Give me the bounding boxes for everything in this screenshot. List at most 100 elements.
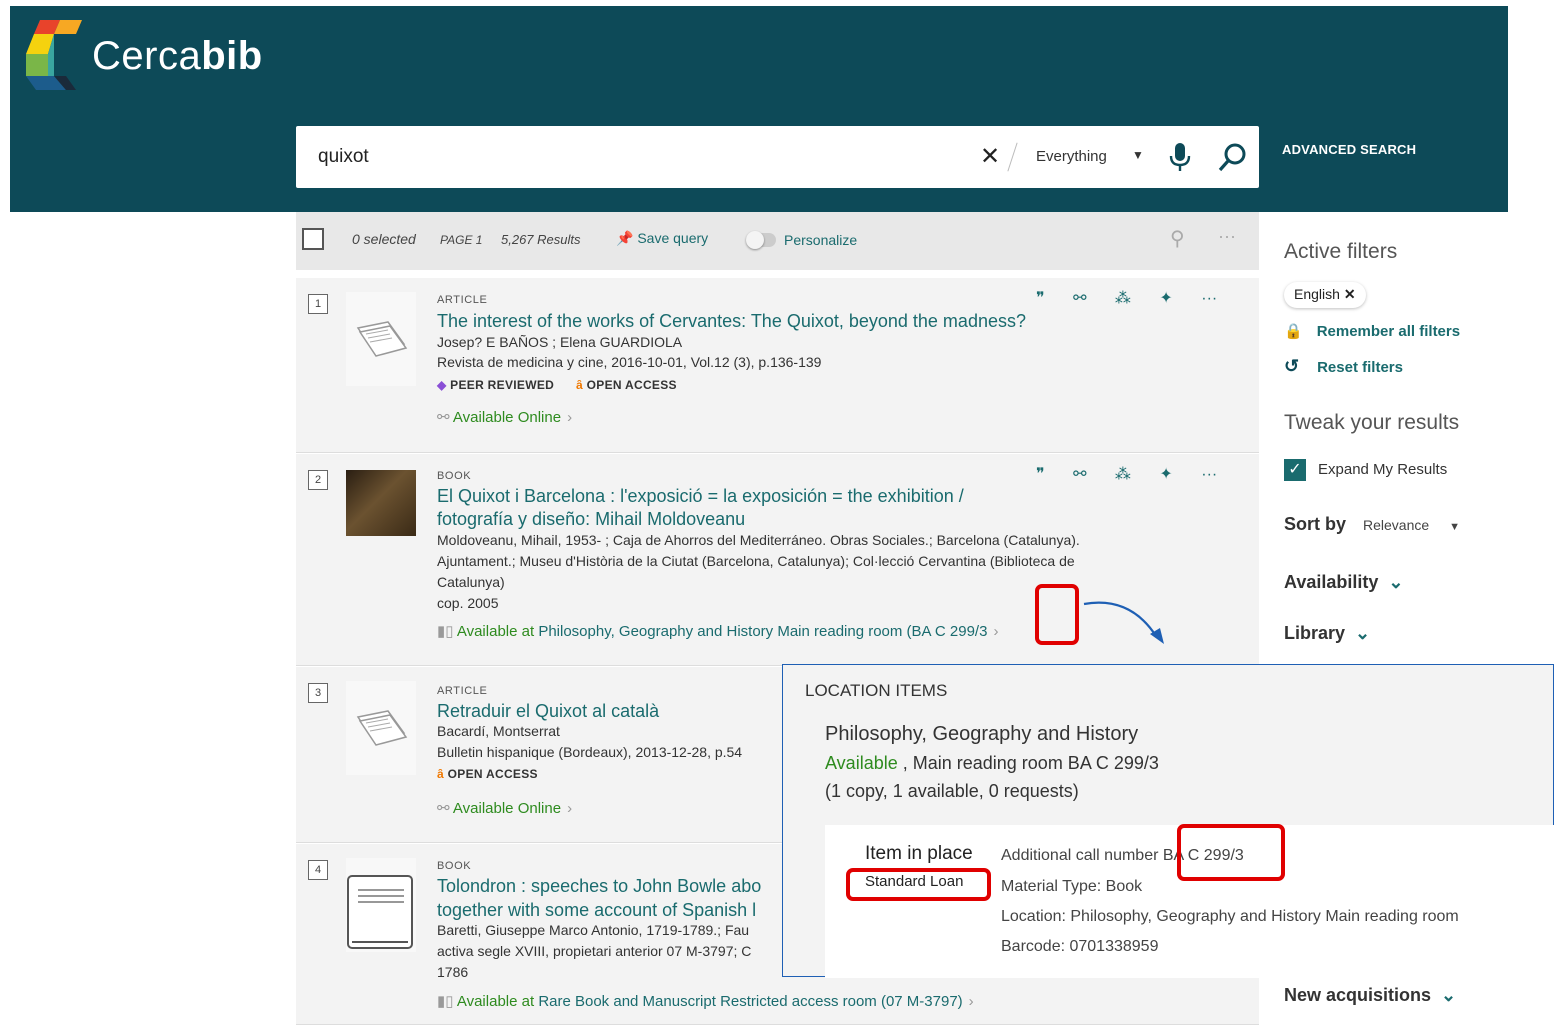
highlight-box [1177, 824, 1285, 881]
availability-status: Available , Main reading room BA C 299/3 [825, 753, 1159, 773]
copies-summary: (1 copy, 1 available, 0 requests) [825, 781, 1079, 801]
search-input[interactable]: quixot [318, 146, 369, 168]
search-scope-select[interactable]: Everything [1036, 148, 1107, 165]
pin-icon[interactable]: ✦ [1159, 290, 1172, 307]
peer-reviewed-badge: ◆ PEER REVIEWED [437, 378, 555, 392]
search-divider [1007, 142, 1018, 172]
item-location: Location: Philosophy, Geography and Hist… [1001, 908, 1459, 925]
result-source: Revista de medicina y cine, 2016-10-01, … [437, 354, 822, 370]
result-description: Moldoveanu, Mihail, 1953- ; Caja de Ahor… [437, 532, 1080, 548]
result-type: BOOK [437, 860, 472, 872]
search-icon[interactable] [1218, 142, 1248, 172]
link-icon: ⚯ [437, 409, 450, 426]
item-status: Item in place [865, 843, 973, 864]
link-icon: ⚯ [437, 800, 450, 817]
availability-link[interactable]: ⚯ Available Online › [437, 799, 572, 817]
open-access-badge: ȃ OPEN ACCESS [437, 767, 538, 781]
result-number[interactable]: 2 [308, 470, 328, 490]
result-actions: ❞ ⚯ ⁂ ✦ ··· [1036, 288, 1217, 308]
reset-filters-link[interactable]: ↺ Reset filters [1284, 356, 1403, 377]
pin-icon[interactable]: ✦ [1159, 466, 1172, 483]
article-thumbnail-icon [346, 681, 416, 775]
article-thumbnail-icon [346, 292, 416, 386]
caret-down-icon[interactable]: ▼ [1132, 148, 1144, 162]
virtual-browse-icon[interactable]: ⁂ [1115, 466, 1131, 483]
result-number[interactable]: 4 [308, 860, 328, 880]
expand-results-checkbox[interactable]: ✓ [1284, 459, 1306, 481]
reset-icon: ↺ [1284, 356, 1300, 376]
availability-link[interactable]: ⚯ Available Online › [437, 408, 572, 426]
clear-search-icon[interactable]: ✕ [980, 142, 1000, 171]
result-item[interactable]: 1 ARTICLE The interest of the works of C… [296, 278, 1259, 453]
personalize-label[interactable]: Personalize [784, 232, 857, 248]
brand-name: Cercabib [92, 34, 263, 78]
results-count: 5,267 Results [501, 232, 581, 247]
top-header: Cercabib quixot ✕ Everything ▼ [10, 6, 1508, 212]
open-access-icon: ȃ [437, 767, 444, 781]
highlight-box [846, 868, 991, 901]
result-type: ARTICLE [437, 294, 488, 306]
virtual-browse-icon[interactable]: ⁂ [1115, 290, 1131, 307]
remove-filter-icon[interactable]: ✕ [1344, 286, 1356, 302]
permalink-icon[interactable]: ⚯ [1073, 466, 1086, 483]
search-bar: quixot ✕ Everything ▼ [296, 126, 1259, 188]
location-items-callout: LOCATION ITEMS Philosophy, Geography and… [782, 664, 1554, 978]
barcode: Barcode: 0701338959 [1001, 938, 1159, 955]
availability-link[interactable]: ▮▯ Available at Rare Book and Manuscript… [437, 992, 974, 1010]
pin-icon: 📌 [616, 230, 634, 246]
callout-title: LOCATION ITEMS [805, 681, 948, 700]
cercabib-logo-icon[interactable] [26, 20, 82, 90]
remember-filters-link[interactable]: 🔒 Remember all filters [1284, 322, 1460, 340]
personalize-toggle[interactable] [746, 231, 776, 249]
material-type: Material Type: Book [1001, 878, 1143, 895]
availability-link[interactable]: ▮▯ Available at Philosophy, Geography an… [437, 622, 998, 640]
save-query-button[interactable]: 📌 Save query [616, 230, 708, 247]
result-type: ARTICLE [437, 685, 488, 697]
chevron-down-icon: ⌄ [1388, 572, 1404, 592]
expand-results-label[interactable]: Expand My Results [1318, 461, 1447, 478]
book-placeholder-icon [346, 858, 416, 952]
citation-icon[interactable]: ❞ [1036, 466, 1045, 483]
result-authors: Josep? E BAÑOS ; Elena GUARDIOLA [437, 334, 683, 350]
filter-chip-english[interactable]: English ✕ [1284, 282, 1366, 308]
book-icon: ▮▯ [437, 623, 454, 640]
page-indicator: PAGE 1 [440, 233, 483, 247]
result-actions: ❞ ⚯ ⁂ ✦ ··· [1036, 464, 1217, 484]
result-description: Ajuntament.; Museu d'Història de la Ciut… [437, 553, 1075, 569]
result-title[interactable]: The interest of the works of Cervantes: … [437, 309, 1097, 333]
caret-down-icon: ▼ [1449, 521, 1461, 533]
facet-new-acquisitions[interactable]: New acquisitions ⌄ [1284, 985, 1456, 1006]
microphone-icon[interactable] [1168, 142, 1192, 172]
more-options-icon[interactable]: ··· [1218, 226, 1236, 247]
citation-icon[interactable]: ❞ [1036, 290, 1045, 307]
open-access-icon: ȃ [576, 378, 583, 392]
facet-availability[interactable]: Availability ⌄ [1284, 572, 1403, 593]
sort-select[interactable]: Relevance ▼ [1363, 517, 1460, 533]
selected-count: 0 selected [352, 231, 416, 247]
facet-library[interactable]: Library ⌄ [1284, 623, 1370, 644]
result-title-line-1[interactable]: El Quixot i Barcelona : l'exposició = la… [437, 484, 1037, 508]
pin-icon[interactable]: ⚲ [1170, 226, 1185, 251]
result-title-line-2[interactable]: fotografía y diseño: Mihail Moldoveanu [437, 507, 1037, 531]
results-toolbar: 0 selected PAGE 1 5,267 Results 📌 Save q… [296, 212, 1259, 270]
permalink-icon[interactable]: ⚯ [1073, 290, 1086, 307]
chevron-down-icon: ⌄ [1441, 985, 1457, 1005]
chevron-down-icon: ⌄ [1355, 623, 1371, 643]
advanced-search-link[interactable]: ADVANCED SEARCH [1282, 142, 1416, 157]
result-number[interactable]: 1 [308, 294, 328, 314]
arrow-icon [1083, 601, 1164, 644]
result-type: BOOK [437, 470, 472, 482]
select-all-checkbox[interactable] [302, 228, 324, 250]
open-access-badge: ȃ OPEN ACCESS [576, 378, 677, 392]
book-icon: ▮▯ [437, 993, 454, 1010]
result-number[interactable]: 3 [308, 683, 328, 703]
library-name: Philosophy, Geography and History [825, 723, 1139, 745]
lock-icon: 🔒 [1284, 323, 1303, 340]
more-options-icon[interactable]: ··· [1201, 290, 1217, 307]
more-options-icon[interactable]: ··· [1201, 466, 1217, 483]
tweak-results-heading: Tweak your results [1284, 411, 1460, 434]
highlight-box [1035, 584, 1079, 645]
book-cover-thumbnail [346, 470, 416, 536]
active-filters-heading: Active filters [1284, 240, 1398, 263]
peer-reviewed-icon: ◆ [437, 378, 447, 392]
